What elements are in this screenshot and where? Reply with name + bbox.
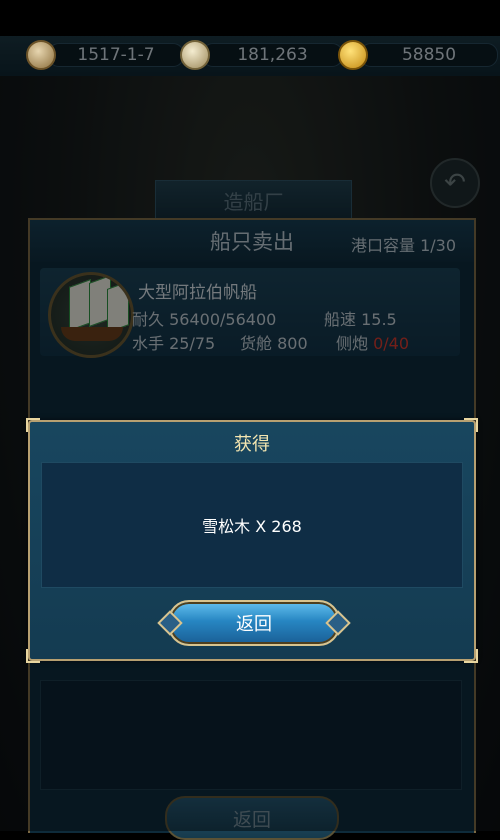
button-ornament-left [157, 610, 183, 636]
reward-box: 雪松木 X 268 [41, 462, 463, 588]
return-button[interactable]: 返回 [157, 600, 351, 646]
hourglass-icon [26, 40, 56, 70]
return-button-label: 返回 [236, 614, 272, 635]
dialog-title: 获得 [234, 434, 270, 455]
reward-dialog: 获得 雪松木 X 268 返回 [26, 418, 478, 663]
modal-dim-overlay [0, 0, 500, 831]
gold-coin-icon [338, 40, 368, 70]
button-ornament-right [325, 610, 351, 636]
gem-icon [180, 40, 210, 70]
reward-text: 雪松木 X 268 [202, 517, 302, 536]
game-screen: 1517-1-7 181,263 58850 ↶ 造船厂 船只卖出 港口容量 1… [0, 0, 500, 840]
